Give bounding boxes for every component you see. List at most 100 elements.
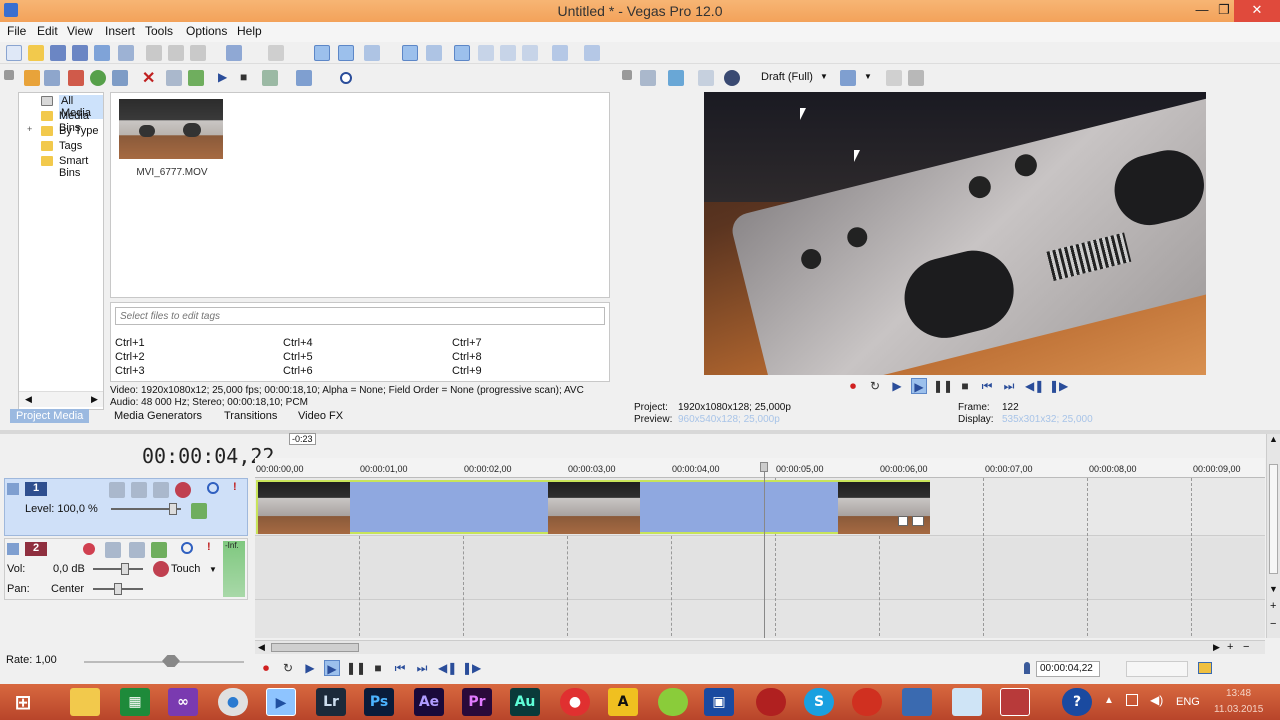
previous-frame-icon[interactable]: ◀❚ [438,660,457,676]
gear-icon[interactable] [175,482,191,498]
level-slider-thumb[interactable] [169,503,177,515]
shortcut-ctrl-8[interactable]: Ctrl+8 [452,351,482,363]
maximize-timeline-icon[interactable]: ▲ [1269,434,1278,444]
envelope-tool-icon[interactable] [478,45,494,61]
audition-icon[interactable]: Au [510,688,540,716]
chevron-down-icon[interactable]: ▼ [864,72,872,81]
scroll-right-icon[interactable]: ▶ [91,394,98,405]
python-icon[interactable] [902,688,932,716]
automation-icon[interactable] [151,542,167,558]
auto-crossfade-icon[interactable] [338,45,354,61]
pause-icon[interactable]: ❚❚ [933,378,953,394]
playhead-handle[interactable] [760,462,768,472]
scroll-down-icon[interactable]: ▼ [1269,584,1278,594]
preview-quality-select[interactable]: Draft (Full) [761,71,813,83]
tray-language[interactable]: ENG [1176,696,1200,708]
zoom-tool-icon[interactable] [522,45,538,61]
capture-video-icon[interactable] [44,70,60,86]
properties-icon[interactable] [118,45,134,61]
normal-edit-tool-icon[interactable] [454,45,470,61]
pause-icon[interactable]: ❚❚ [346,660,366,676]
tray-chevron-icon[interactable]: ▲ [1104,695,1114,706]
vegas-icon[interactable]: ▶ [266,688,296,716]
remote-icon[interactable]: ▣ [704,688,734,716]
close-pane-icon[interactable] [4,70,14,80]
loop-icon[interactable]: ↻ [867,378,883,394]
arm-record-icon[interactable] [83,543,95,555]
horizontal-scrollbar[interactable]: ◀ ▶ + − [255,640,1265,654]
go-to-start-icon[interactable]: ⏮ [392,660,408,676]
solo-icon[interactable]: ! [233,481,237,493]
mute-icon[interactable] [207,482,219,494]
video-track-header[interactable]: 1 ! Level: 100,0 % [4,478,248,536]
open-icon[interactable] [28,45,44,61]
expand-icon[interactable]: + [27,124,32,134]
lock-envelopes-icon[interactable] [402,45,418,61]
pan-slider[interactable] [93,583,143,595]
pan-slider-thumb[interactable] [114,583,122,595]
get-media-icon[interactable] [68,70,84,86]
lightroom-icon[interactable]: Lr [316,688,346,716]
volume-slider-thumb[interactable] [121,563,129,575]
aimp-icon[interactable]: A [608,688,638,716]
zoom-in-icon[interactable]: + [1227,641,1233,653]
record-icon[interactable]: ⏺ [845,378,861,394]
event-pan-crop-icon[interactable] [912,516,924,526]
tray-network-icon[interactable] [1126,694,1138,706]
whats-this-icon[interactable] [584,45,600,61]
tags-input[interactable] [115,307,605,325]
selection-tool-icon[interactable] [500,45,516,61]
invert-phase-icon[interactable] [105,542,121,558]
zoom-in-icon[interactable]: + [1270,600,1276,612]
chevron-down-icon[interactable]: ▼ [820,72,828,81]
tab-media-generators[interactable]: Media Generators [114,410,202,422]
go-to-start-icon[interactable]: ⏮ [979,378,995,394]
after-effects-icon[interactable]: Ae [414,688,444,716]
ignore-grouping-icon[interactable] [426,45,442,61]
premiere-icon[interactable]: Pr [462,688,492,716]
tree-item-tags[interactable]: Tags [59,140,82,152]
playhead[interactable] [764,462,765,638]
stop-media-icon[interactable]: ■ [240,70,247,84]
shortcut-ctrl-6[interactable]: Ctrl+6 [283,365,313,377]
tree-item-smart-bins[interactable]: Smart Bins [59,155,103,179]
next-frame-icon[interactable]: ❚▶ [462,660,481,676]
horizontal-scroll-thumb[interactable] [271,643,359,652]
overlays-icon[interactable] [840,70,856,86]
search-media-icon[interactable] [112,70,128,86]
track-fx-icon[interactable] [131,482,147,498]
snap-icon[interactable] [314,45,330,61]
tab-project-media[interactable]: Project Media [10,409,90,423]
video-preview[interactable] [704,92,1206,375]
media-item[interactable]: MVI_6777.MOV [113,95,231,189]
auto-preview-icon[interactable] [262,70,278,86]
track-fx-icon[interactable] [129,542,145,558]
online-help-icon[interactable] [552,45,568,61]
chrome-icon[interactable]: ● [218,688,248,716]
help-icon[interactable]: ? [1062,688,1092,716]
track-expand-icon[interactable] [7,483,19,495]
zoom-out-icon[interactable]: − [1243,641,1249,653]
filezilla-icon[interactable] [852,688,882,716]
save-snapshot-icon[interactable] [908,70,924,86]
tree-scrollbar[interactable]: ◀ ▶ [19,391,103,407]
play-from-start-icon[interactable]: ▶ [302,660,318,676]
tray-time[interactable]: 13:48 [1226,688,1251,699]
level-slider[interactable] [111,503,181,515]
mute-icon[interactable] [181,542,193,554]
close-pane-icon[interactable] [622,70,632,80]
skype-icon[interactable]: S [804,688,834,716]
search-icon[interactable] [340,72,352,84]
audio-track-lane[interactable] [255,538,1265,600]
start-icon[interactable]: ⊞ [8,688,38,716]
menu-edit[interactable]: Edit [37,24,58,38]
game-icon[interactable] [756,688,786,716]
track-motion-icon[interactable] [109,482,125,498]
paste-icon[interactable] [190,45,206,61]
excel-icon[interactable]: ▦ [120,688,150,716]
zoom-out-icon[interactable]: − [1270,618,1276,630]
tray-volume-icon[interactable]: ◀) [1150,693,1163,707]
shortcut-ctrl-4[interactable]: Ctrl+4 [283,337,313,349]
automation-mode[interactable]: Touch [171,563,200,575]
media-icon[interactable]: ● [560,688,590,716]
